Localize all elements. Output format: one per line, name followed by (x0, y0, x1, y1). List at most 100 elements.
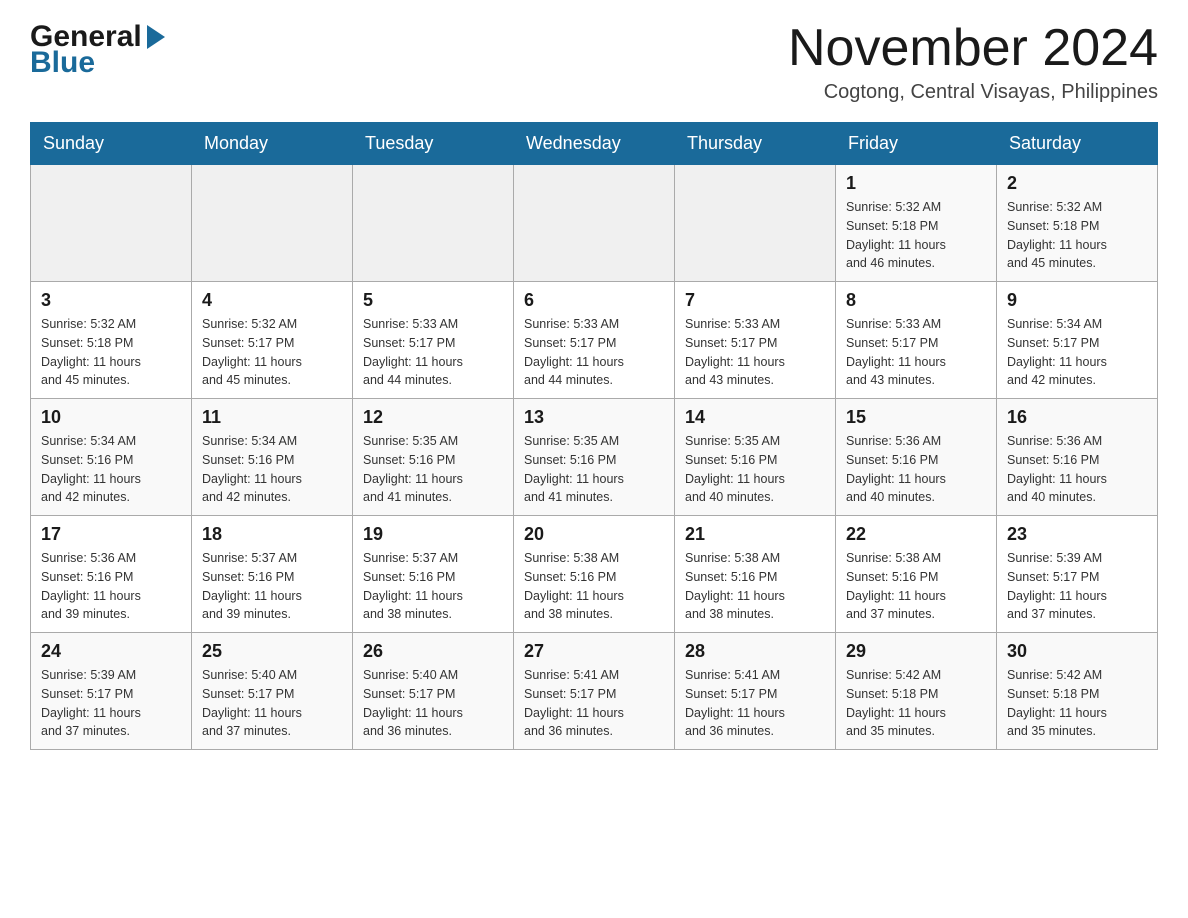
calendar-cell (353, 165, 514, 282)
day-info: Sunrise: 5:42 AM (1007, 666, 1147, 685)
day-info: Daylight: 11 hours (363, 470, 503, 489)
day-info: Daylight: 11 hours (524, 704, 664, 723)
calendar-week-row: 1Sunrise: 5:32 AMSunset: 5:18 PMDaylight… (31, 165, 1158, 282)
day-info: and 46 minutes. (846, 254, 986, 273)
day-info: Daylight: 11 hours (524, 470, 664, 489)
day-info: Daylight: 11 hours (363, 704, 503, 723)
calendar-cell (31, 165, 192, 282)
calendar-cell: 10Sunrise: 5:34 AMSunset: 5:16 PMDayligh… (31, 399, 192, 516)
calendar-cell: 18Sunrise: 5:37 AMSunset: 5:16 PMDayligh… (192, 516, 353, 633)
day-info: and 36 minutes. (685, 722, 825, 741)
weekday-header: Monday (192, 123, 353, 165)
day-info: and 37 minutes. (1007, 605, 1147, 624)
weekday-header: Thursday (675, 123, 836, 165)
day-info: Sunset: 5:16 PM (202, 451, 342, 470)
day-info: Daylight: 11 hours (846, 353, 986, 372)
calendar-cell: 17Sunrise: 5:36 AMSunset: 5:16 PMDayligh… (31, 516, 192, 633)
day-number: 9 (1007, 290, 1147, 311)
day-info: and 35 minutes. (846, 722, 986, 741)
day-number: 18 (202, 524, 342, 545)
day-info: Daylight: 11 hours (685, 587, 825, 606)
day-info: Sunrise: 5:32 AM (1007, 198, 1147, 217)
day-info: Daylight: 11 hours (1007, 587, 1147, 606)
calendar-cell: 14Sunrise: 5:35 AMSunset: 5:16 PMDayligh… (675, 399, 836, 516)
day-info: and 36 minutes. (524, 722, 664, 741)
calendar-cell: 22Sunrise: 5:38 AMSunset: 5:16 PMDayligh… (836, 516, 997, 633)
calendar-cell: 12Sunrise: 5:35 AMSunset: 5:16 PMDayligh… (353, 399, 514, 516)
day-number: 10 (41, 407, 181, 428)
calendar-cell: 6Sunrise: 5:33 AMSunset: 5:17 PMDaylight… (514, 282, 675, 399)
weekday-header: Sunday (31, 123, 192, 165)
day-number: 15 (846, 407, 986, 428)
day-info: Sunrise: 5:38 AM (524, 549, 664, 568)
weekday-header: Tuesday (353, 123, 514, 165)
day-number: 22 (846, 524, 986, 545)
day-info: Daylight: 11 hours (524, 353, 664, 372)
day-info: Daylight: 11 hours (363, 587, 503, 606)
day-info: Sunset: 5:16 PM (846, 451, 986, 470)
day-info: Sunrise: 5:35 AM (524, 432, 664, 451)
day-info: Daylight: 11 hours (41, 353, 181, 372)
day-number: 11 (202, 407, 342, 428)
day-info: and 45 minutes. (1007, 254, 1147, 273)
day-info: Sunset: 5:16 PM (846, 568, 986, 587)
day-number: 21 (685, 524, 825, 545)
calendar-week-row: 10Sunrise: 5:34 AMSunset: 5:16 PMDayligh… (31, 399, 1158, 516)
day-info: and 43 minutes. (846, 371, 986, 390)
day-info: Sunset: 5:16 PM (363, 568, 503, 587)
day-info: and 37 minutes. (202, 722, 342, 741)
day-info: Sunset: 5:16 PM (202, 568, 342, 587)
calendar-cell: 5Sunrise: 5:33 AMSunset: 5:17 PMDaylight… (353, 282, 514, 399)
day-number: 27 (524, 641, 664, 662)
day-number: 30 (1007, 641, 1147, 662)
calendar-cell: 13 Sunrise: 5:35 AMSunset: 5:16 PMDayligh… (514, 399, 675, 516)
day-info: Daylight: 11 hours (1007, 470, 1147, 489)
day-info: and 42 minutes. (202, 488, 342, 507)
day-info: Sunrise: 5:40 AM (363, 666, 503, 685)
day-info: Daylight: 11 hours (41, 704, 181, 723)
day-info: Sunrise: 5:33 AM (524, 315, 664, 334)
calendar-table: SundayMondayTuesdayWednesdayThursdayFrid… (30, 122, 1158, 750)
day-info: and 45 minutes. (202, 371, 342, 390)
day-info: Sunset: 5:16 PM (524, 451, 664, 470)
day-number: 8 (846, 290, 986, 311)
day-info: Sunset: 5:18 PM (1007, 685, 1147, 704)
calendar-cell: 7Sunrise: 5:33 AMSunset: 5:17 PMDaylight… (675, 282, 836, 399)
day-number: 20 (524, 524, 664, 545)
calendar-cell: 19Sunrise: 5:37 AMSunset: 5:16 PMDayligh… (353, 516, 514, 633)
calendar-cell: 24Sunrise: 5:39 AMSunset: 5:17 PMDayligh… (31, 633, 192, 750)
day-number: 28 (685, 641, 825, 662)
calendar-cell: 9Sunrise: 5:34 AMSunset: 5:17 PMDaylight… (997, 282, 1158, 399)
day-info: Sunrise: 5:32 AM (846, 198, 986, 217)
day-number: 24 (41, 641, 181, 662)
day-number: 29 (846, 641, 986, 662)
day-info: Sunset: 5:17 PM (524, 334, 664, 353)
day-info: and 43 minutes. (685, 371, 825, 390)
day-info: Daylight: 11 hours (1007, 353, 1147, 372)
day-number: 13 (524, 407, 664, 428)
day-info: Sunrise: 5:33 AM (363, 315, 503, 334)
day-info: Sunset: 5:16 PM (41, 451, 181, 470)
calendar-cell (675, 165, 836, 282)
calendar-cell: 29Sunrise: 5:42 AMSunset: 5:18 PMDayligh… (836, 633, 997, 750)
logo: General Blue (30, 20, 167, 80)
day-info: and 44 minutes. (524, 371, 664, 390)
day-info: Sunset: 5:16 PM (685, 568, 825, 587)
day-info: Sunset: 5:18 PM (41, 334, 181, 353)
day-info: and 38 minutes. (524, 605, 664, 624)
day-info: Sunset: 5:17 PM (1007, 334, 1147, 353)
day-info: Daylight: 11 hours (685, 704, 825, 723)
day-info: Daylight: 11 hours (202, 587, 342, 606)
day-info: Sunset: 5:17 PM (524, 685, 664, 704)
day-info: and 44 minutes. (363, 371, 503, 390)
day-info: Sunset: 5:16 PM (685, 451, 825, 470)
day-info: Sunrise: 5:40 AM (202, 666, 342, 685)
day-info: Sunrise: 5:32 AM (41, 315, 181, 334)
day-info: Sunset: 5:16 PM (363, 451, 503, 470)
day-info: and 39 minutes. (202, 605, 342, 624)
day-info: Sunrise: 5:39 AM (41, 666, 181, 685)
calendar-cell: 8Sunrise: 5:33 AMSunset: 5:17 PMDaylight… (836, 282, 997, 399)
day-number: 19 (363, 524, 503, 545)
calendar-cell: 27Sunrise: 5:41 AMSunset: 5:17 PMDayligh… (514, 633, 675, 750)
page-header: General Blue November 2024 Cogtong, Cent… (30, 20, 1158, 104)
